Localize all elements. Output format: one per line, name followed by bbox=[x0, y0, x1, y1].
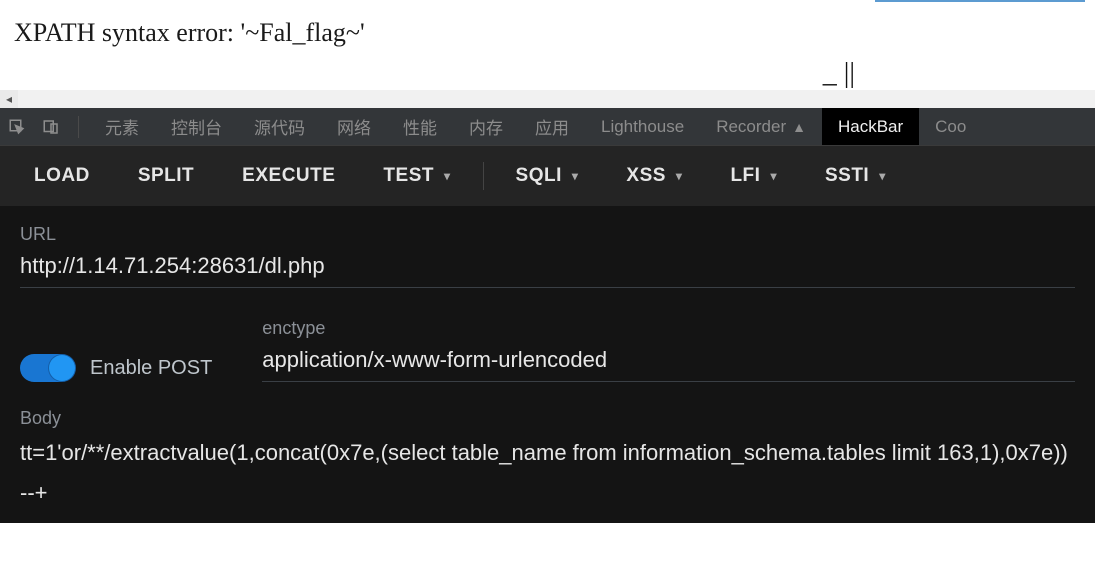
tab-overflow[interactable]: Coo bbox=[919, 108, 982, 145]
tab-memory[interactable]: 内存 bbox=[453, 108, 519, 145]
tab-console[interactable]: 控制台 bbox=[155, 108, 238, 145]
enctype-select[interactable] bbox=[262, 343, 1075, 382]
chevron-down-icon: ▾ bbox=[572, 169, 579, 183]
page-decoration: _ || bbox=[823, 58, 855, 90]
load-button[interactable]: LOAD bbox=[12, 155, 112, 197]
recorder-beta-icon: ▲ bbox=[792, 119, 806, 135]
xpath-error-text: XPATH syntax error: '~Fal_flag~' bbox=[14, 18, 365, 47]
tab-hackbar[interactable]: HackBar bbox=[822, 108, 919, 145]
tab-sources[interactable]: 源代码 bbox=[238, 108, 321, 145]
enable-post-toggle[interactable] bbox=[20, 354, 76, 382]
chevron-down-icon: ▾ bbox=[879, 169, 886, 183]
tab-application[interactable]: 应用 bbox=[519, 108, 585, 145]
body-label: Body bbox=[20, 408, 1075, 429]
tab-performance[interactable]: 性能 bbox=[387, 108, 453, 145]
lfi-menu[interactable]: LFI▾ bbox=[708, 155, 799, 197]
focus-highlight bbox=[875, 0, 1085, 2]
xss-menu[interactable]: XSS▾ bbox=[604, 155, 704, 197]
device-toggle-icon[interactable] bbox=[34, 118, 68, 136]
test-menu[interactable]: TEST▾ bbox=[361, 155, 472, 197]
tab-elements[interactable]: 元素 bbox=[89, 108, 155, 145]
enable-post-label: Enable POST bbox=[90, 357, 212, 380]
body-textarea[interactable]: tt=1'or/**/extractvalue(1,concat(0x7e,(s… bbox=[20, 433, 1075, 513]
tab-recorder[interactable]: Recorder ▲ bbox=[700, 108, 822, 145]
execute-button[interactable]: EXECUTE bbox=[220, 155, 357, 197]
horizontal-scrollbar[interactable]: ◂ bbox=[0, 90, 1095, 108]
scroll-left-icon[interactable]: ◂ bbox=[0, 90, 18, 108]
chevron-down-icon: ▾ bbox=[444, 169, 451, 183]
url-input[interactable] bbox=[20, 249, 1075, 288]
enctype-label: enctype bbox=[262, 318, 1075, 339]
chevron-down-icon: ▾ bbox=[770, 169, 777, 183]
tab-network[interactable]: 网络 bbox=[321, 108, 387, 145]
ssti-menu[interactable]: SSTI▾ bbox=[803, 155, 908, 197]
chevron-down-icon: ▾ bbox=[676, 169, 683, 183]
url-label: URL bbox=[20, 224, 1075, 245]
tab-lighthouse[interactable]: Lighthouse bbox=[585, 108, 700, 145]
sqli-menu[interactable]: SQLI▾ bbox=[494, 155, 601, 197]
inspect-icon[interactable] bbox=[0, 118, 34, 136]
action-separator bbox=[483, 162, 484, 190]
toggle-knob bbox=[49, 355, 75, 381]
tab-separator bbox=[78, 116, 79, 138]
split-button[interactable]: SPLIT bbox=[116, 155, 216, 197]
